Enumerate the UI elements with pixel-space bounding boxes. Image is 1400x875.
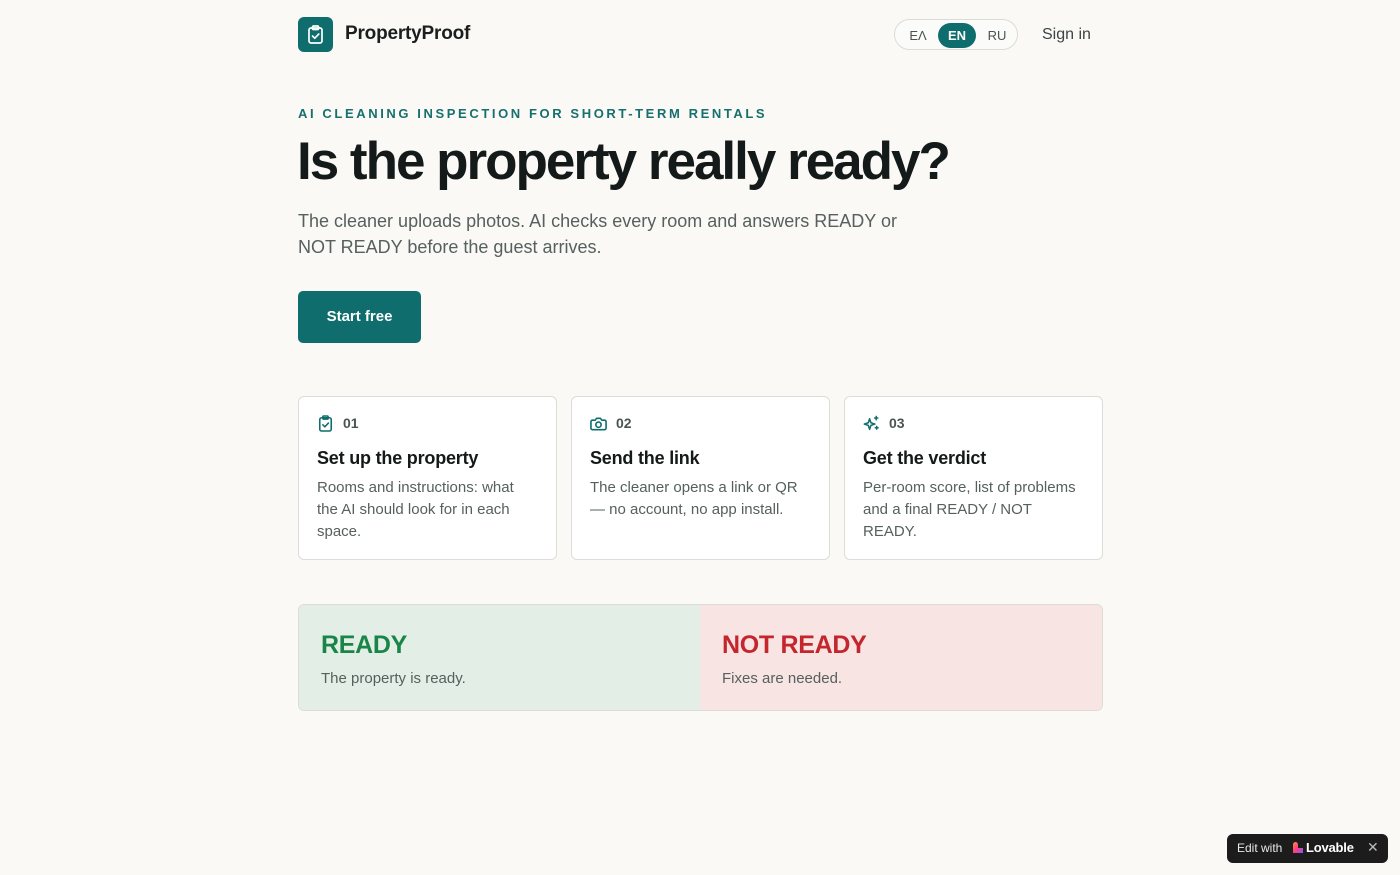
step-title: Get the verdict [863, 448, 987, 468]
close-icon[interactable]: ✕ [1367, 839, 1379, 856]
step-description: Rooms and instructions: what the AI shou… [317, 479, 514, 540]
lang-option-el[interactable]: ΕΛ [899, 23, 937, 48]
step-card-setup: 01 Set up the property Rooms and instruc… [298, 396, 557, 560]
verdict-ready-desc: The property is ready. [321, 670, 466, 687]
step-number: 03 [889, 415, 905, 431]
verdict-not-ready: NOT READY Fixes are needed. [700, 605, 1102, 710]
step-title: Send the link [590, 448, 700, 468]
step-number: 01 [343, 415, 359, 431]
verdict-ready-title: READY [321, 631, 408, 659]
step-card-verdict: 03 Get the verdict Per-room score, list … [844, 396, 1103, 560]
start-free-button[interactable]: Start free [298, 291, 421, 343]
sparkles-icon [863, 415, 880, 432]
badge-label: Edit with [1237, 841, 1283, 855]
verdict-panel: READY The property is ready. NOT READY F… [298, 604, 1103, 711]
header: PropertyProof ΕΛ EN RU Sign in [298, 17, 1103, 53]
lang-option-en[interactable]: EN [938, 23, 976, 48]
verdict-ready: READY The property is ready. [299, 605, 700, 710]
clipboard-check-icon [317, 414, 334, 432]
step-card-link: 02 Send the link The cleaner opens a lin… [571, 396, 830, 560]
hero-title: Is the property really ready? [297, 132, 951, 191]
lovable-brand: Lovable [1306, 840, 1354, 855]
hero-eyebrow: AI CLEANING INSPECTION FOR SHORT-TERM RE… [298, 106, 768, 121]
verdict-not-ready-desc: Fixes are needed. [722, 670, 843, 687]
step-title: Set up the property [317, 448, 479, 468]
verdict-not-ready-title: NOT READY [722, 631, 867, 659]
lang-option-ru[interactable]: RU [978, 23, 1016, 48]
sign-in-link[interactable]: Sign in [1042, 26, 1091, 44]
hero-lead: The cleaner uploads photos. AI checks ev… [298, 211, 897, 257]
step-description: The cleaner opens a link or QR — no acco… [590, 479, 798, 518]
logo[interactable] [298, 17, 333, 52]
camera-icon [590, 415, 607, 432]
lovable-heart-icon [1293, 842, 1303, 853]
edit-with-lovable-badge[interactable]: Edit with Lovable ✕ [1227, 834, 1388, 863]
language-switcher: ΕΛ EN RU [894, 19, 1018, 50]
step-number: 02 [616, 415, 632, 431]
clipboard-check-icon [308, 25, 323, 44]
step-description: Per-room score, list of problems and a f… [863, 479, 1076, 540]
brand-name[interactable]: PropertyProof [345, 23, 470, 45]
